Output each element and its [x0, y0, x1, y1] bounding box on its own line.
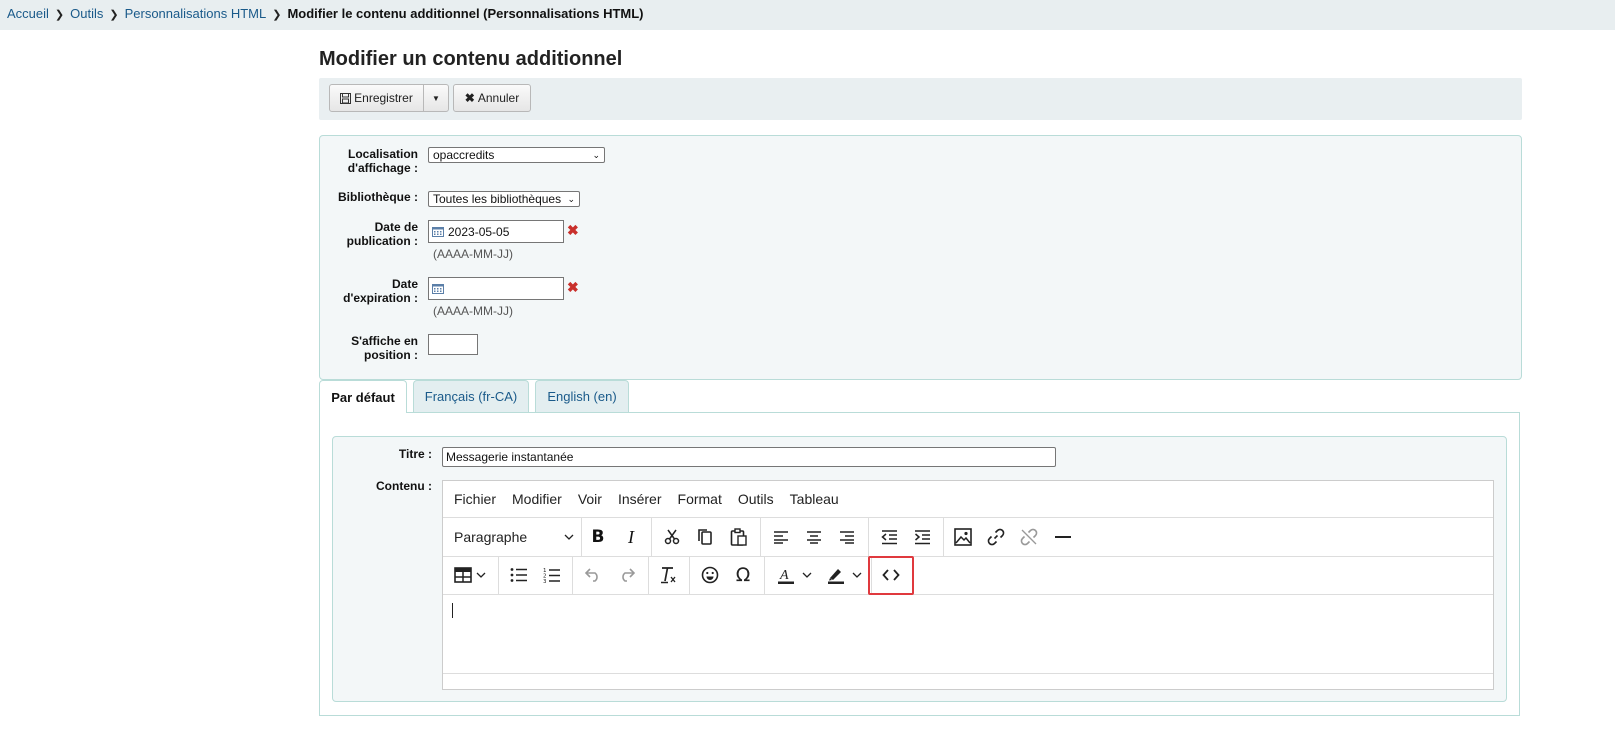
publication-date-input[interactable]: 2023-05-05	[428, 220, 564, 243]
position-label: S'affiche en position :	[351, 334, 418, 362]
floppy-disk-icon	[340, 92, 352, 104]
title-label: Titre :	[398, 447, 432, 461]
position-input[interactable]	[428, 334, 478, 355]
indent-icon[interactable]	[908, 518, 936, 556]
chevron-down-icon: ⌄	[567, 194, 575, 204]
redo-icon[interactable]	[612, 556, 640, 594]
chevron-right-icon: ❯	[272, 9, 282, 21]
svg-text:3: 3	[543, 579, 547, 584]
align-left-icon[interactable]	[767, 518, 795, 556]
save-button[interactable]: Enregistrer	[329, 84, 424, 112]
save-button-label: Enregistrer	[354, 91, 413, 105]
editor-toolbar-row-1: Paragraphe B I	[443, 518, 1493, 557]
breadcrumb-home-link[interactable]: Accueil	[7, 6, 49, 21]
tab-french[interactable]: Français (fr-CA)	[413, 380, 529, 412]
tab-english-label: English (en)	[547, 389, 617, 404]
calendar-icon	[432, 284, 444, 294]
menu-edit[interactable]: Modifier	[512, 491, 562, 507]
library-select[interactable]: Toutes les bibliothèques ⌄	[428, 191, 580, 207]
tab-english[interactable]: English (en)	[535, 380, 629, 412]
tab-default[interactable]: Par défaut	[319, 380, 407, 413]
numbered-list-icon[interactable]: 123	[538, 556, 566, 594]
content-label: Contenu :	[376, 479, 432, 493]
chevron-down-icon	[802, 572, 812, 578]
emoji-icon[interactable]	[696, 556, 724, 594]
expiration-date-label: Date d'expiration :	[343, 277, 418, 305]
menu-view[interactable]: Voir	[578, 491, 602, 507]
publication-date-label: Date de publication :	[346, 220, 418, 248]
action-toolbar: Enregistrer ▼ ✖ Annuler	[319, 78, 1522, 120]
svg-text:A: A	[779, 568, 789, 583]
cut-icon[interactable]	[658, 518, 686, 556]
menu-file[interactable]: Fichier	[454, 491, 496, 507]
tab-french-label: Français (fr-CA)	[424, 389, 518, 404]
editor-menubar: Fichier Modifier Voir Insérer Format Out…	[443, 481, 1493, 518]
title-input[interactable]: Messagerie instantanée	[442, 447, 1056, 467]
table-icon[interactable]	[449, 556, 491, 594]
chevron-right-icon: ❯	[109, 9, 119, 21]
bold-icon[interactable]: B	[584, 518, 612, 556]
cancel-button-label: Annuler	[477, 91, 520, 105]
unlink-icon[interactable]	[1015, 518, 1043, 556]
undo-icon[interactable]	[579, 556, 607, 594]
chevron-right-icon: ❯	[54, 9, 65, 21]
outdent-icon[interactable]	[875, 518, 903, 556]
editor-content-area[interactable]	[443, 595, 1493, 674]
editor-statusbar	[443, 674, 1493, 689]
image-icon[interactable]	[949, 518, 977, 556]
clear-formatting-icon[interactable]	[654, 556, 682, 594]
copy-icon[interactable]	[691, 518, 719, 556]
horizontal-rule-icon[interactable]	[1049, 518, 1077, 556]
expiration-date-input[interactable]	[428, 277, 564, 300]
chevron-down-icon	[852, 572, 862, 578]
menu-format[interactable]: Format	[678, 491, 722, 507]
library-label: Bibliothèque :	[338, 190, 418, 204]
bullet-list-icon[interactable]	[505, 556, 533, 594]
cancel-button[interactable]: ✖ Annuler	[453, 84, 531, 112]
source-code-button-highlight	[868, 556, 914, 595]
breadcrumb-html-custom-link[interactable]: Personnalisations HTML	[125, 6, 267, 21]
expiration-date-hint: (AAAA-MM-JJ)	[433, 304, 513, 318]
rich-text-editor: Fichier Modifier Voir Insérer Format Out…	[442, 480, 1494, 690]
chevron-down-icon	[564, 534, 574, 540]
align-center-icon[interactable]	[800, 518, 828, 556]
background-color-icon[interactable]	[821, 556, 867, 594]
block-format-select[interactable]: Paragraphe	[447, 518, 580, 556]
breadcrumb-tools-link[interactable]: Outils	[70, 6, 103, 21]
menu-tools[interactable]: Outils	[738, 491, 774, 507]
breadcrumb-current: Modifier le contenu additionnel (Personn…	[287, 6, 644, 21]
publication-date-hint: (AAAA-MM-JJ)	[433, 247, 513, 261]
location-label: Localisation d'affichage :	[347, 147, 418, 175]
italic-icon[interactable]: I	[617, 518, 645, 556]
menu-insert[interactable]: Insérer	[618, 491, 662, 507]
breadcrumb: Accueil ❯ Outils ❯ Personnalisations HTML ❯ Mo…	[0, 0, 1615, 30]
close-icon: ✖	[464, 91, 475, 105]
menu-table[interactable]: Tableau	[790, 491, 839, 507]
chevron-down-icon: ⌄	[592, 150, 600, 160]
link-icon[interactable]	[982, 518, 1010, 556]
save-options-dropdown-button[interactable]: ▼	[423, 84, 449, 112]
clear-expiration-date-icon[interactable]: ✖	[567, 279, 579, 296]
block-format-value: Paragraphe	[454, 529, 528, 545]
editor-toolbar-row-2: 123 Ω A	[443, 556, 1493, 595]
special-character-icon[interactable]: Ω	[729, 556, 757, 594]
chevron-down-icon	[476, 572, 486, 578]
calendar-icon	[432, 227, 444, 237]
clear-publication-date-icon[interactable]: ✖	[567, 222, 579, 239]
text-color-icon[interactable]: A	[771, 556, 817, 594]
caret-down-icon: ▼	[432, 93, 440, 103]
paste-icon[interactable]	[725, 518, 753, 556]
page-title: Modifier un contenu additionnel	[319, 48, 623, 70]
location-select[interactable]: opaccredits ⌄	[428, 147, 605, 163]
align-right-icon[interactable]	[833, 518, 861, 556]
text-cursor	[452, 603, 453, 618]
